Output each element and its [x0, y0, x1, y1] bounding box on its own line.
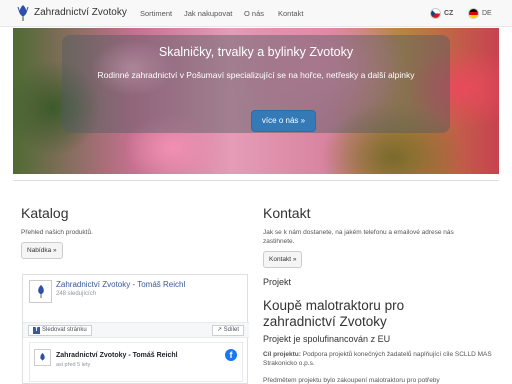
nabidka-button[interactable]: Nabídka »: [21, 242, 63, 259]
fb-follow-label: Sledovat stránku: [42, 327, 87, 333]
nav-jak-nakupovat[interactable]: Jak nakupovat: [184, 0, 232, 27]
gentian-flower-logo-icon: [17, 5, 29, 21]
gentian-flower-logo-icon: [40, 352, 45, 361]
facebook-logo-icon: f: [225, 349, 237, 361]
kontakt-heading: Kontakt: [263, 205, 311, 221]
katalog-text: Přehled našich produktů.: [21, 229, 93, 236]
nav-kontakt[interactable]: Kontakt: [278, 0, 303, 27]
brand[interactable]: Zahradnictví Zvotoky: [16, 4, 127, 22]
projekt-description: Předmětem projektu bylo zakoupení malotr…: [263, 377, 440, 384]
fb-post: Zahradnictví Zvotoky - Tomáš Reichl asi …: [29, 342, 243, 382]
gentian-flower-logo-icon: [37, 284, 44, 299]
hero-caption-box: Skalničky, trvalky a bylinky Zvotoky Rod…: [62, 35, 450, 133]
projekt-label: Projekt: [263, 277, 292, 287]
brand-name: Zahradnictví Zvotoky: [34, 7, 127, 18]
kontakt-button[interactable]: Kontakt »: [263, 251, 303, 268]
hero-subtitle: Rodinné zahradnictví v Pošumaví speciali…: [97, 70, 415, 80]
kontakt-text: Jak se k nám dostanete, na jakém telefon…: [263, 229, 454, 245]
hero-carousel: Skalničky, trvalky a bylinky Zvotoky Rod…: [13, 28, 499, 174]
nav-o-nas[interactable]: O nás: [244, 0, 264, 27]
projekt-title: Koupě malotraktoru pro zahradnictví Zvot…: [263, 298, 405, 329]
hero-title: Skalničky, trvalky a bylinky Zvotoky: [158, 45, 354, 59]
czech-flag-icon: [430, 8, 441, 19]
fb-followers: 248 sledujících: [56, 291, 97, 297]
fb-follow-button[interactable]: f Sledovat stránku: [28, 325, 92, 336]
nav-sortiment[interactable]: Sortiment: [140, 0, 172, 27]
navbar: Zahradnictví Zvotoky Sortiment Jak nakup…: [0, 0, 512, 27]
fb-post-time[interactable]: asi před 5 lety: [56, 362, 90, 368]
fb-post-thumbnail[interactable]: [34, 349, 51, 366]
fb-action-bar: f Sledovat stránku ↗ Sdílet: [23, 322, 249, 338]
projekt-subtitle: Projekt je spolufinancován z EU: [263, 334, 391, 344]
lang-de[interactable]: DE: [468, 0, 492, 27]
projekt-goal: Cíl projektu: Podpora projektů konečných…: [263, 350, 493, 368]
lang-cz[interactable]: CZ: [430, 0, 453, 27]
about-us-button[interactable]: více o nás »: [251, 110, 316, 132]
fb-page-thumbnail[interactable]: [29, 280, 52, 303]
fb-share-label: Sdílet: [223, 327, 239, 333]
facebook-icon: f: [33, 327, 40, 334]
lang-de-label: DE: [482, 10, 492, 17]
fb-header: Zahradnictví Zvotoky - Tomáš Reichl 248 …: [23, 275, 249, 313]
share-icon: ↗: [216, 327, 224, 333]
fb-share-button[interactable]: ↗ Sdílet: [211, 325, 244, 336]
fb-post-author[interactable]: Zahradnictví Zvotoky - Tomáš Reichl: [56, 352, 178, 359]
fb-page-name[interactable]: Zahradnictví Zvotoky - Tomáš Reichl: [56, 280, 185, 289]
german-flag-icon: [468, 8, 479, 19]
katalog-heading: Katalog: [21, 205, 69, 221]
facebook-page-widget: Zahradnictví Zvotoky - Tomáš Reichl 248 …: [22, 274, 249, 384]
hero-divider: [13, 180, 499, 181]
projekt-goal-label: Cíl projektu:: [263, 351, 301, 358]
lang-cz-label: CZ: [444, 10, 454, 17]
